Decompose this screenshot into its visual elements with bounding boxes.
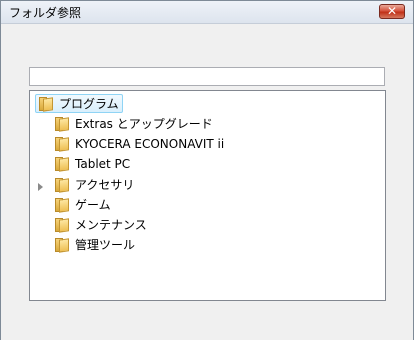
- close-icon: ✕: [386, 4, 398, 18]
- tree-item-label: Tablet PC: [75, 156, 131, 171]
- tree-item-admin-tools[interactable]: 管理ツール: [54, 235, 135, 254]
- folder-icon: [54, 156, 70, 172]
- tree-item-label: KYOCERA ECONONAVIT ii: [75, 136, 225, 151]
- tree-item-extras[interactable]: Extras とアップグレード: [54, 114, 213, 133]
- tree-item-programs[interactable]: プログラム: [35, 94, 123, 113]
- title-bar[interactable]: フォルダ参照 ✕: [1, 1, 413, 24]
- path-field[interactable]: [29, 67, 385, 86]
- folder-browse-dialog: フォルダ参照 ✕ プログラム Extras とアップグレード KYOCERA E…: [0, 0, 414, 340]
- folder-tree[interactable]: プログラム Extras とアップグレード KYOCERA ECONONAVIT…: [29, 90, 386, 301]
- tree-item-maintenance[interactable]: メンテナンス: [54, 215, 147, 234]
- close-button[interactable]: ✕: [379, 4, 405, 19]
- tree-item-label: ゲーム: [75, 198, 111, 212]
- folder-icon: [54, 237, 70, 253]
- folder-icon: [54, 177, 70, 193]
- folder-icon: [38, 96, 54, 112]
- expand-arrow-icon[interactable]: [38, 183, 43, 191]
- dialog-title: フォルダ参照: [9, 6, 82, 20]
- tree-item-label: Extras とアップグレード: [75, 117, 213, 131]
- tree-item-kyocera[interactable]: KYOCERA ECONONAVIT ii: [54, 134, 224, 153]
- folder-icon: [54, 217, 70, 233]
- tree-item-label: 管理ツール: [75, 238, 136, 252]
- folder-icon: [54, 116, 70, 132]
- tree-item-games[interactable]: ゲーム: [54, 195, 111, 214]
- tree-item-tablet-pc[interactable]: Tablet PC: [54, 154, 130, 173]
- folder-icon: [54, 136, 70, 152]
- tree-item-accessories[interactable]: アクセサリ: [54, 175, 134, 194]
- tree-item-label: プログラム: [59, 97, 119, 111]
- tree-item-label: アクセサリ: [75, 178, 135, 192]
- tree-item-label: メンテナンス: [75, 218, 147, 232]
- folder-icon: [54, 197, 70, 213]
